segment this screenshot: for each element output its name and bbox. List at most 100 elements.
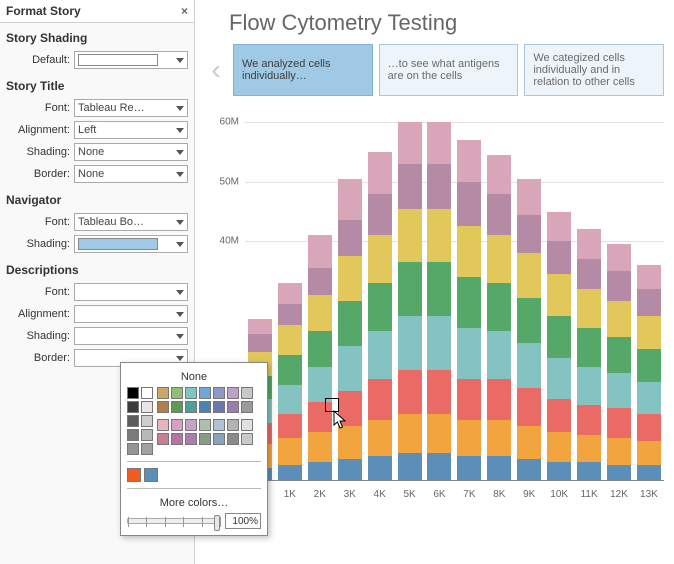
color-swatch[interactable]: [141, 443, 153, 455]
bar[interactable]: [398, 122, 422, 480]
bar[interactable]: [607, 244, 631, 480]
color-swatch[interactable]: [141, 401, 153, 413]
bar[interactable]: [577, 229, 601, 480]
color-swatch[interactable]: [157, 433, 169, 445]
color-swatch[interactable]: [127, 401, 139, 413]
color-swatch[interactable]: [141, 387, 153, 399]
bar[interactable]: [487, 155, 511, 480]
color-swatch[interactable]: [171, 387, 183, 399]
recent-color-swatch[interactable]: [144, 468, 158, 482]
color-swatch[interactable]: [141, 429, 153, 441]
color-swatch[interactable]: [157, 387, 169, 399]
color-swatch[interactable]: [127, 387, 139, 399]
bar-segment: [278, 438, 302, 465]
bar[interactable]: [637, 265, 661, 480]
color-swatch[interactable]: [185, 433, 197, 445]
descriptions-shading-select[interactable]: [74, 327, 188, 345]
story-title-alignment-select[interactable]: Left: [74, 121, 188, 139]
bar[interactable]: [338, 179, 362, 480]
color-palette-row: [157, 401, 261, 413]
opacity-value[interactable]: 100%: [225, 513, 261, 529]
bar-segment: [547, 399, 571, 432]
bar-segment: [487, 155, 511, 194]
bar-segment: [607, 271, 631, 301]
bar-segment: [308, 367, 332, 403]
more-colors-button[interactable]: More colors…: [127, 495, 261, 513]
bar[interactable]: [517, 179, 541, 480]
descriptions-alignment-select[interactable]: [74, 305, 188, 323]
color-swatch[interactable]: [171, 419, 183, 431]
bar-segment: [517, 215, 541, 254]
bar[interactable]: [547, 212, 571, 480]
story-title-font-value: Tableau Re…: [78, 102, 145, 114]
color-swatch[interactable]: [227, 387, 239, 399]
section-descriptions: Descriptions: [0, 255, 194, 281]
bar-segment: [457, 140, 481, 182]
color-swatch[interactable]: [241, 419, 253, 431]
opacity-slider[interactable]: [127, 518, 221, 524]
color-swatch[interactable]: [199, 419, 211, 431]
color-swatch[interactable]: [241, 433, 253, 445]
bar-segment: [398, 453, 422, 480]
story-point[interactable]: We categized cells individually and in r…: [524, 44, 664, 96]
color-swatch[interactable]: [213, 419, 225, 431]
navigator-shading-picker[interactable]: [74, 235, 188, 253]
descriptions-font-select[interactable]: [74, 283, 188, 301]
color-swatch[interactable]: [241, 387, 253, 399]
bar-segment: [577, 328, 601, 367]
bar-segment: [607, 438, 631, 465]
color-swatch[interactable]: [157, 419, 169, 431]
color-swatch[interactable]: [171, 401, 183, 413]
bar[interactable]: [308, 235, 332, 480]
bar-segment: [457, 328, 481, 379]
bar[interactable]: [457, 140, 481, 480]
bar-segment: [427, 316, 451, 370]
label-font: Font:: [6, 102, 74, 114]
color-none-option[interactable]: None: [127, 369, 261, 387]
color-swatch[interactable]: [185, 387, 197, 399]
color-swatch[interactable]: [199, 387, 211, 399]
section-navigator: Navigator: [0, 185, 194, 211]
close-icon[interactable]: ×: [181, 4, 188, 18]
bar-segment: [487, 283, 511, 331]
bar-segment: [607, 465, 631, 480]
color-swatch[interactable]: [127, 443, 139, 455]
color-swatch[interactable]: [227, 401, 239, 413]
color-picker-popup: None More colors… 100%: [120, 362, 268, 536]
color-palette-row: [157, 419, 261, 431]
color-swatch[interactable]: [213, 387, 225, 399]
story-title-font-select[interactable]: Tableau Re…: [74, 99, 188, 117]
color-swatch[interactable]: [199, 401, 211, 413]
color-swatch[interactable]: [185, 419, 197, 431]
story-title-shading-select[interactable]: None: [74, 143, 188, 161]
story-title-border-select[interactable]: None: [74, 165, 188, 183]
bar[interactable]: [278, 283, 302, 480]
color-swatch[interactable]: [227, 419, 239, 431]
x-tick-label: 8K: [487, 489, 511, 500]
recent-colors: [127, 468, 261, 482]
color-swatch[interactable]: [127, 415, 139, 427]
recent-color-swatch[interactable]: [127, 468, 141, 482]
story-point[interactable]: …to see what antigens are on the cells: [379, 44, 519, 96]
bar[interactable]: [427, 122, 451, 480]
color-swatch[interactable]: [171, 433, 183, 445]
color-swatch[interactable]: [213, 433, 225, 445]
nav-prev-icon[interactable]: ‹: [205, 44, 227, 96]
opacity-handle[interactable]: [214, 515, 220, 531]
color-swatch[interactable]: [157, 401, 169, 413]
x-tick-label: 11K: [577, 489, 601, 500]
color-swatch[interactable]: [227, 433, 239, 445]
color-swatch[interactable]: [127, 429, 139, 441]
bar[interactable]: [368, 152, 392, 480]
x-axis-line: [245, 480, 664, 481]
color-swatch[interactable]: [241, 401, 253, 413]
color-swatch[interactable]: [141, 415, 153, 427]
color-swatch[interactable]: [199, 433, 211, 445]
story-point[interactable]: We analyzed cells individually…: [233, 44, 373, 96]
color-swatch[interactable]: [185, 401, 197, 413]
bar-segment: [637, 465, 661, 480]
default-shading-picker[interactable]: [74, 51, 188, 69]
color-swatch[interactable]: [213, 401, 225, 413]
bar-segment: [607, 337, 631, 373]
navigator-font-select[interactable]: Tableau Bo…: [74, 213, 188, 231]
